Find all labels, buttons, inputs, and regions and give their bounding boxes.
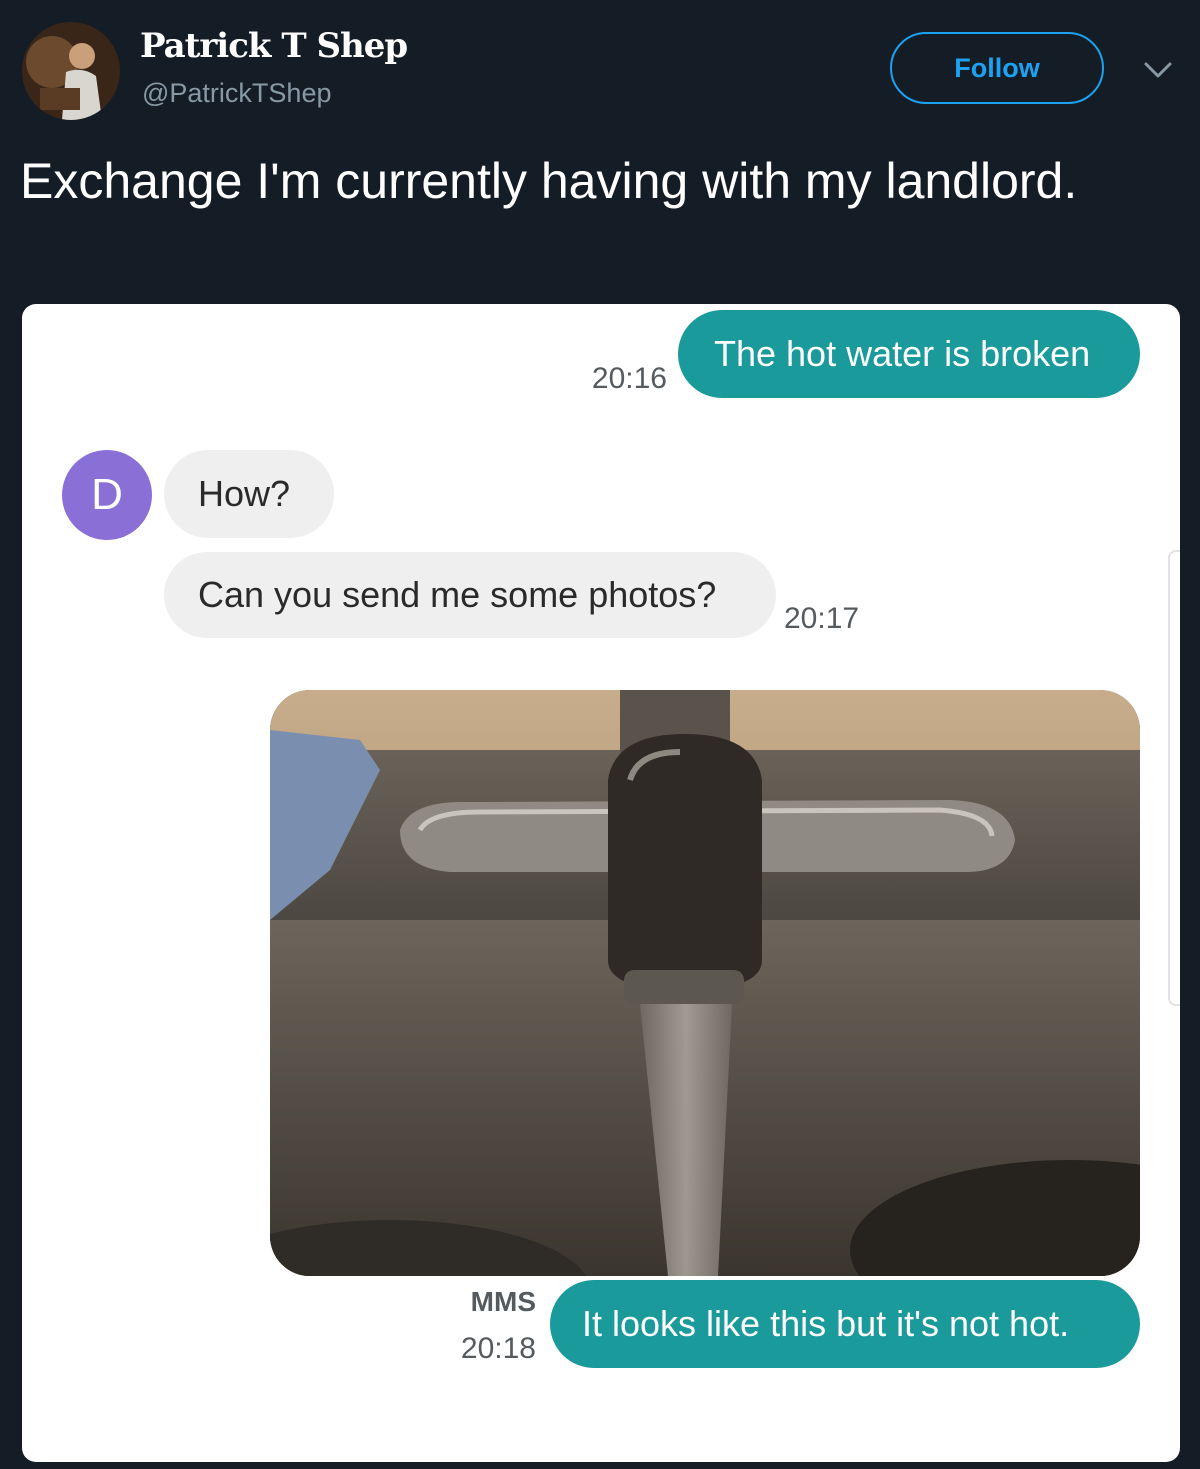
author-avatar-image — [22, 22, 120, 120]
message-time: 20:17 — [784, 602, 860, 635]
message-time: 20:18 — [460, 1332, 536, 1365]
author-display-name[interactable]: Patrick T Shep — [140, 26, 408, 66]
author-handle[interactable]: @PatrickTShep — [142, 78, 331, 109]
outgoing-message-bubble: It looks like this but it's not hot. — [550, 1280, 1140, 1368]
message-time: 20:16 — [591, 362, 667, 395]
sms-screenshot[interactable]: 20:16 The hot water is broken D How? Can… — [22, 304, 1180, 1462]
contact-avatar[interactable]: D — [62, 450, 152, 540]
author-avatar[interactable] — [22, 22, 120, 120]
chevron-down-icon[interactable] — [1138, 56, 1178, 86]
mms-label: MMS — [470, 1286, 536, 1317]
mms-photo-faucet[interactable] — [270, 690, 1140, 1276]
scroll-indicator — [1168, 550, 1180, 1006]
tweet-text: Exchange I'm currently having with my la… — [20, 153, 1078, 209]
faucet-photo-image — [270, 690, 1140, 1276]
incoming-message-bubble: How? — [164, 450, 334, 538]
follow-button[interactable]: Follow — [890, 32, 1104, 104]
incoming-message-bubble: Can you send me some photos? — [164, 552, 776, 638]
outgoing-message-bubble: The hot water is broken — [678, 310, 1140, 398]
